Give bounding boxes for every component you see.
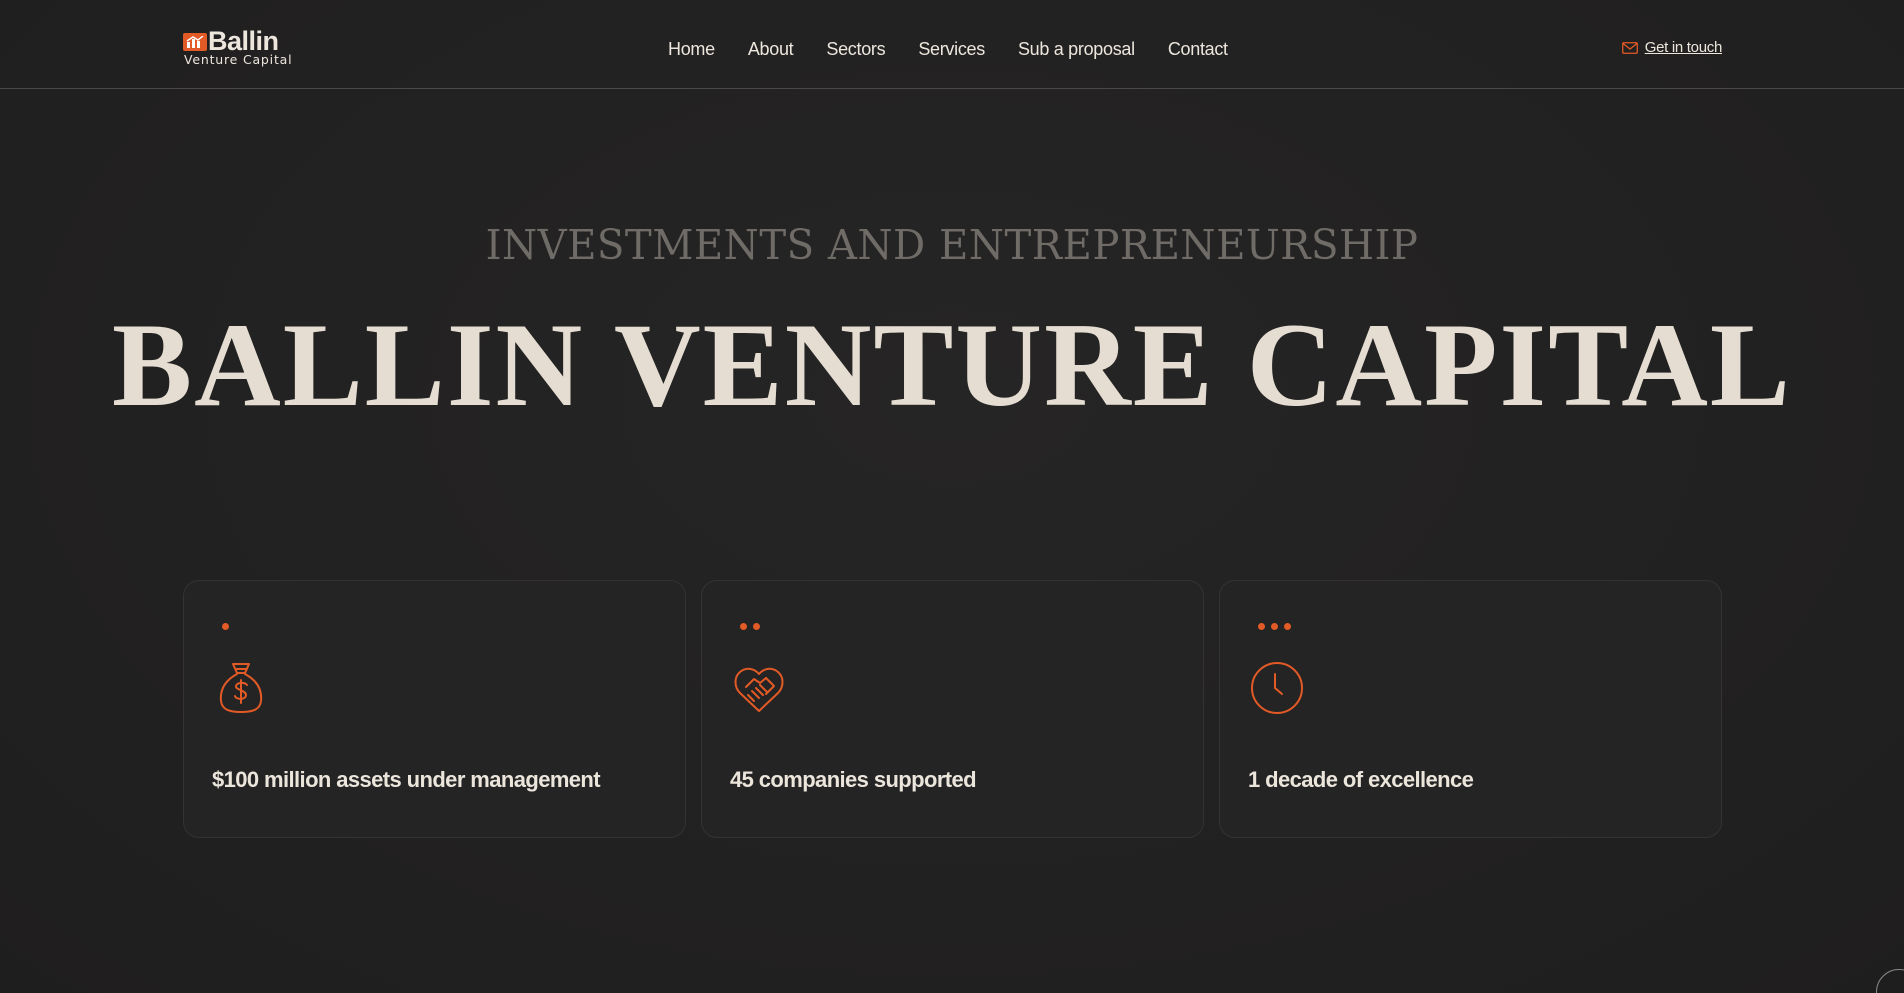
dot [753,623,760,630]
stat-card-companies: 45 companies supported [701,580,1204,838]
brand-subtitle: Venture Capital [184,52,293,67]
bar-chart-icon [183,33,207,51]
stat-card-experience: 1 decade of excellence [1219,580,1722,838]
handshake-heart-icon [734,667,784,712]
stat-text: 1 decade of excellence [1248,767,1474,792]
get-in-touch-label: Get in touch [1644,39,1723,56]
card-dots [222,623,229,630]
dot [1258,623,1265,630]
scroll-indicator[interactable] [1876,969,1904,993]
stat-text: 45 companies supported [730,767,977,792]
hero-eyebrow: INVESTMENTS AND ENTREPRENEURSHIP [485,221,1419,269]
card-dots [1258,623,1291,630]
dot [740,623,747,630]
dot [1271,623,1278,630]
logo-link[interactable]: Ballin Venture Capital [183,26,303,70]
stat-text: $100 million assets under management [212,767,601,792]
nav-submit-proposal[interactable]: Sub a proposal [1018,37,1135,61]
clock-icon [1251,662,1303,714]
page: Ballin Venture Capital Home About Sector… [0,0,1904,993]
dot [1284,623,1291,630]
nav-home[interactable]: Home [668,37,715,61]
get-in-touch-link[interactable]: Get in touch [1621,38,1723,58]
card-dots [740,623,760,630]
main-nav: Home About Sectors Services Sub a propos… [668,37,1261,61]
mail-icon [1621,42,1638,54]
nav-sectors[interactable]: Sectors [826,37,885,61]
site-header: Ballin Venture Capital Home About Sector… [0,0,1904,89]
nav-about[interactable]: About [748,37,794,61]
money-bag-icon [219,663,263,713]
nav-contact[interactable]: Contact [1168,37,1228,61]
stat-card-assets: $100 million assets under management [183,580,686,838]
nav-services[interactable]: Services [918,37,985,61]
hero-title: BALLIN VENTURE CAPITAL [112,298,1792,431]
stats-cards: $100 million assets under management 45 … [183,580,1722,838]
dot [222,623,229,630]
